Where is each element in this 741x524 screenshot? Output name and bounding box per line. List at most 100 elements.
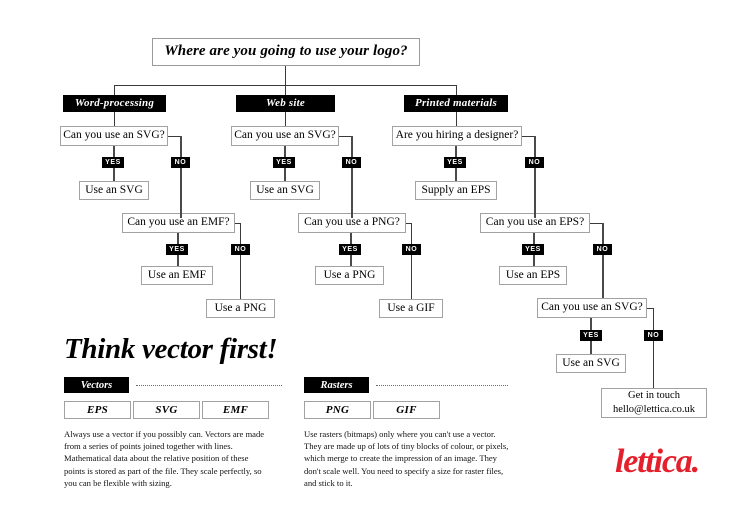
format-box-png-raster: PNG [304,401,371,419]
question-pm-eps-label: Can you use an EPS? [485,216,585,229]
category-web-site-label: Web site [266,97,305,110]
answer-web-use-png: Use a PNG [315,266,384,285]
answer-pm-supply-eps-label: Supply an EPS [421,183,491,196]
category-printed-materials: Printed materials [404,95,508,112]
chip-no-web-q1-label: NO [345,159,358,166]
chip-no-pm-q3-label: NO [647,332,660,339]
chip-no-web-q2: NO [402,244,421,255]
chip-yes-pm-q3-label: YES [583,332,599,339]
connector-drop-printed-materials [456,85,457,95]
answer-pm-use-svg-label: Use an SVG [562,356,620,369]
chip-yes-wp-q2: YES [166,244,188,255]
format-box-png-raster-label: PNG [325,404,350,416]
page-headline: Think vector first! [64,333,278,365]
answer-wp-use-svg-label: Use an SVG [85,183,143,196]
format-box-gif-raster: GIF [373,401,440,419]
chip-yes-pm-q1-label: YES [447,159,463,166]
question-pm-svg-label: Can you use an SVG? [541,301,643,314]
chip-yes-pm-q3: YES [580,330,602,341]
legend-tag-vectors-label: Vectors [80,379,113,391]
chip-yes-pm-q2: YES [522,244,544,255]
connector-root-stem [285,66,286,85]
answer-web-use-svg-label: Use an SVG [256,183,314,196]
chip-yes-wp-q2-label: YES [169,246,185,253]
answer-web-use-gif-label: Use a GIF [387,301,435,314]
chip-no-pm-q3: NO [644,330,663,341]
root-question-box: Where are you going to use your logo? [152,38,420,66]
format-box-gif-raster-label: GIF [396,404,417,416]
chip-no-wp-q2-label: NO [234,246,247,253]
chip-no-web-q1: NO [342,157,361,168]
category-word-processing: Word-processing [63,95,166,112]
answer-wp-use-png: Use a PNG [206,299,275,318]
category-word-processing-label: Word-processing [74,97,155,110]
connector-drop-web-site [285,85,286,95]
legend-text-rasters: Use rasters (bitmaps) only where you can… [304,429,509,488]
question-pm-designer: Are you hiring a designer? [392,126,522,146]
connector-wp-q1-no-down [180,136,182,218]
contact-email[interactable]: hello@lettica.co.uk [613,403,695,417]
chip-yes-web-q2: YES [339,244,361,255]
answer-web-use-png-label: Use a PNG [323,268,376,281]
connector-wp-q2-no-down [240,223,241,299]
chip-no-wp-q1: NO [171,157,190,168]
category-printed-materials-label: Printed materials [415,97,497,110]
question-wp-svg: Can you use an SVG? [60,126,168,146]
question-web-svg: Can you use an SVG? [231,126,339,146]
question-wp-emf-label: Can you use an EMF? [127,216,230,229]
answer-wp-use-emf: Use an EMF [141,266,213,285]
format-box-svg-vector: SVG [133,401,200,419]
chip-yes-web-q1-label: YES [276,159,292,166]
connector-web-q2-no-down [411,223,412,299]
connector-drop-word-processing [114,85,115,95]
legend-tag-vectors: Vectors [64,377,129,393]
contact-heading: Get in touch [628,389,680,401]
chip-yes-pm-q2-label: YES [525,246,541,253]
connector-pm-q3-no-down [653,308,654,388]
answer-pm-use-svg: Use an SVG [556,354,626,373]
legend-text-vectors: Always use a vector if you possibly can.… [64,429,265,488]
chip-no-web-q2-label: NO [405,246,418,253]
format-box-emf-vector-label: EMF [222,404,249,416]
question-wp-svg-label: Can you use an SVG? [63,129,165,142]
answer-web-use-svg: Use an SVG [250,181,320,200]
chip-yes-wp-q1-label: YES [105,159,121,166]
question-web-svg-label: Can you use an SVG? [234,129,336,142]
legend-tag-rasters-label: Rasters [320,379,353,391]
chip-no-pm-q2: NO [593,244,612,255]
answer-wp-use-emf-label: Use an EMF [147,268,207,281]
root-question-label: Where are you going to use your logo? [164,43,408,60]
chip-yes-web-q2-label: YES [342,246,358,253]
answer-web-use-gif: Use a GIF [379,299,443,318]
category-web-site: Web site [236,95,335,112]
question-pm-designer-label: Are you hiring a designer? [395,129,519,142]
chip-yes-web-q1: YES [273,157,295,168]
answer-pm-use-eps-label: Use an EPS [505,268,561,281]
chip-yes-pm-q1: YES [444,157,466,168]
connector-pm-q2-no-down [602,223,604,298]
flowchart-poster: Where are you going to use your logo? Wo… [0,0,741,524]
legend-tag-rasters: Rasters [304,377,369,393]
connector-pm-q1-no-down [534,136,536,218]
format-box-eps-vector: EPS [64,401,131,419]
question-pm-svg: Can you use an SVG? [537,298,647,318]
format-box-emf-vector: EMF [202,401,269,419]
legend-leader-vectors [136,385,282,386]
answer-wp-use-png-label: Use a PNG [214,301,267,314]
chip-no-pm-q2-label: NO [596,246,609,253]
lettica-logo: lettica. [615,443,700,480]
connector-wp-cat-to-q1 [114,112,115,126]
answer-wp-use-svg: Use an SVG [79,181,149,200]
answer-pm-supply-eps: Supply an EPS [415,181,497,200]
connector-web-q1-no-down [351,136,353,218]
format-box-svg-vector-label: SVG [155,404,178,416]
chip-no-wp-q2: NO [231,244,250,255]
contact-box[interactable]: Get in touch hello@lettica.co.uk [601,388,707,418]
connector-pm-cat-to-q1 [456,112,457,126]
chip-no-pm-q1: NO [525,157,544,168]
question-web-png-label: Can you use a PNG? [304,216,400,229]
chip-yes-wp-q1: YES [102,157,124,168]
format-box-eps-vector-label: EPS [86,404,109,416]
answer-pm-use-eps: Use an EPS [499,266,567,285]
connector-web-cat-to-q1 [285,112,286,126]
